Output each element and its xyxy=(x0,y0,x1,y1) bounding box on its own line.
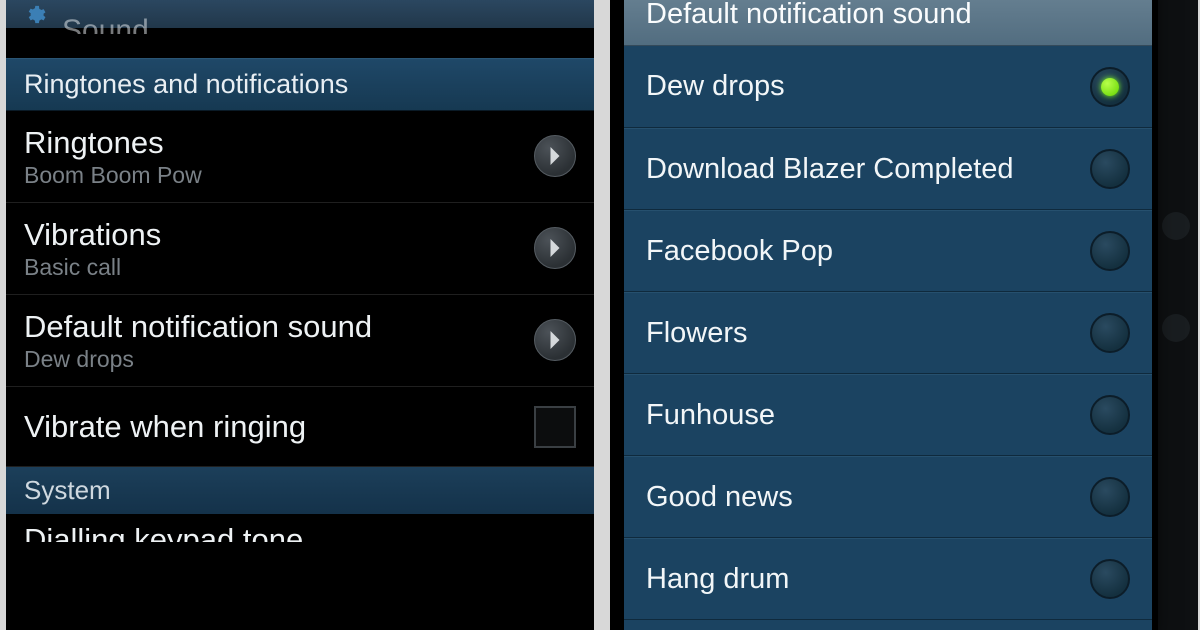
radio-unselected[interactable] xyxy=(1090,149,1130,189)
settings-gear-icon xyxy=(20,4,54,26)
settings-sound-screen: Sound Ringtones and notifications Ringto… xyxy=(6,0,594,630)
background-rows xyxy=(1158,0,1198,630)
radio-unselected[interactable] xyxy=(1090,477,1130,517)
option-flowers[interactable]: Flowers xyxy=(624,292,1152,374)
header-title: Sound xyxy=(62,14,149,34)
option-label: Download Blazer Completed xyxy=(646,153,1090,186)
row-title: Ringtones xyxy=(24,125,534,161)
row-subtitle: Dew drops xyxy=(24,347,534,372)
row-ringtones[interactable]: Ringtones Boom Boom Pow xyxy=(6,111,594,203)
radio-unselected[interactable] xyxy=(1090,395,1130,435)
radio-unselected[interactable] xyxy=(1090,559,1130,599)
dialog-option-list[interactable]: Dew drops Download Blazer Completed Face… xyxy=(624,46,1152,630)
notification-sound-picker-screen: R B Default notification sound Dew drops… xyxy=(610,0,1198,630)
row-default-notification-sound[interactable]: Default notification sound Dew drops xyxy=(6,295,594,387)
option-download-blazer-completed[interactable]: Download Blazer Completed xyxy=(624,128,1152,210)
sound-picker-dialog: Default notification sound Dew drops Dow… xyxy=(624,0,1152,630)
row-vibrations[interactable]: Vibrations Basic call xyxy=(6,203,594,295)
row-title: Vibrate when ringing xyxy=(24,401,534,453)
option-label: Dew drops xyxy=(646,70,1090,103)
dialog-title: Default notification sound xyxy=(624,0,1152,46)
row-dialling-keypad-tone[interactable]: Dialling keypad tone xyxy=(6,514,594,542)
chevron-right-icon xyxy=(1162,314,1190,342)
option-label: Facebook Pop xyxy=(646,235,1090,268)
option-label: Hang drum xyxy=(646,563,1090,596)
radio-unselected[interactable] xyxy=(1090,313,1130,353)
option-label: Flowers xyxy=(646,317,1090,350)
chevron-right-icon xyxy=(534,135,576,177)
checkbox-unchecked[interactable] xyxy=(534,406,576,448)
option-good-news[interactable]: Good news xyxy=(624,456,1152,538)
row-title: Default notification sound xyxy=(24,309,534,345)
row-subtitle: Boom Boom Pow xyxy=(24,163,534,188)
option-label: Good news xyxy=(646,481,1090,514)
radio-selected[interactable] xyxy=(1090,67,1130,107)
chevron-right-icon xyxy=(534,227,576,269)
row-subtitle: Basic call xyxy=(24,255,534,280)
chevron-right-icon xyxy=(534,319,576,361)
option-facebook-pop[interactable]: Facebook Pop xyxy=(624,210,1152,292)
option-dew-drops[interactable]: Dew drops xyxy=(624,46,1152,128)
app-header: Sound xyxy=(6,0,594,28)
section-header-system: System xyxy=(6,467,594,514)
chevron-right-icon xyxy=(1162,212,1190,240)
option-funhouse[interactable]: Funhouse xyxy=(624,374,1152,456)
row-vibrate-when-ringing[interactable]: Vibrate when ringing xyxy=(6,387,594,468)
radio-unselected[interactable] xyxy=(1090,231,1130,271)
option-hang-drum[interactable]: Hang drum xyxy=(624,538,1152,620)
option-label: Funhouse xyxy=(646,399,1090,432)
section-header-ringtones: Ringtones and notifications xyxy=(6,58,594,111)
row-title: Vibrations xyxy=(24,217,534,253)
